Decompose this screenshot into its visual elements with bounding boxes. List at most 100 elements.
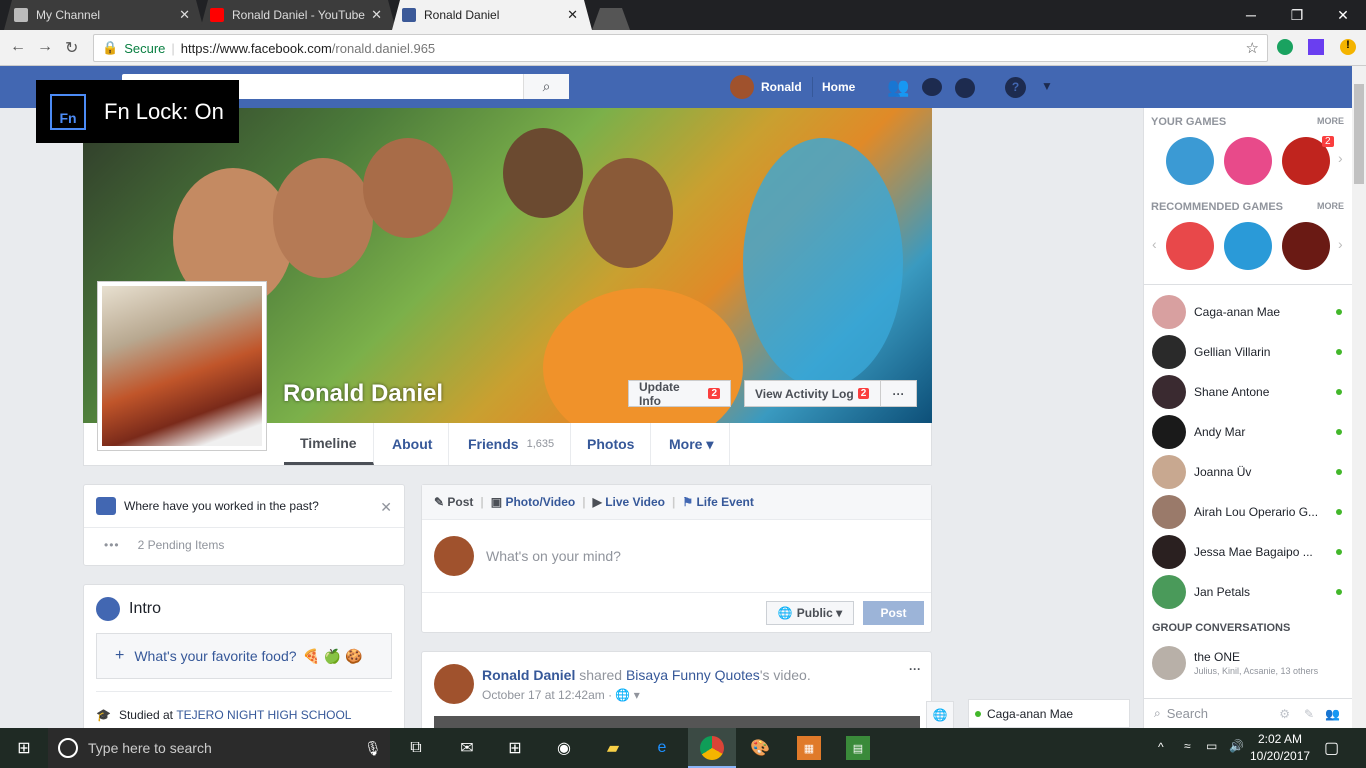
activity-log-button[interactable]: View Activity Log 2 bbox=[744, 380, 881, 407]
minimize-icon[interactable]: ─ bbox=[1228, 0, 1274, 30]
gear-icon[interactable]: ⚙ bbox=[1279, 707, 1290, 721]
notifications-globe-icon[interactable] bbox=[955, 78, 975, 98]
notifications-icon[interactable]: ▢ bbox=[1324, 738, 1339, 758]
post-author-link[interactable]: Ronald Daniel bbox=[482, 667, 575, 683]
game-icon[interactable] bbox=[1282, 222, 1330, 270]
post-tab[interactable]: Post bbox=[447, 495, 473, 509]
plus-icon: + bbox=[115, 647, 125, 664]
app-icon[interactable]: ▦ bbox=[797, 736, 821, 760]
tab-more[interactable]: More ▾ bbox=[653, 423, 731, 465]
search-icon: ⌕ bbox=[1154, 706, 1161, 720]
post-options-button[interactable]: ··· bbox=[909, 662, 921, 676]
chrome-taskbar-button[interactable] bbox=[688, 728, 736, 768]
tab-youtube[interactable]: Ronald Daniel - YouTube ✕ bbox=[200, 0, 396, 30]
file-explorer-icon[interactable]: ▰ bbox=[601, 736, 625, 760]
post-button[interactable]: Post bbox=[863, 601, 924, 625]
tab-my-channel[interactable]: My Channel ✕ bbox=[4, 0, 204, 30]
favorite-food-prompt[interactable]: + What's your favorite food? 🍕 🍏 🍪 bbox=[96, 633, 392, 679]
account-menu-icon[interactable]: ▼ bbox=[1041, 79, 1053, 93]
close-icon[interactable]: ✕ bbox=[179, 7, 190, 23]
warning-icon[interactable]: ! bbox=[1340, 39, 1356, 55]
url-bar[interactable]: 🔒 Secure | https://www.facebook.com /ron… bbox=[93, 34, 1268, 62]
contact-item[interactable]: Jan Petals bbox=[1152, 574, 1342, 610]
extension-icon[interactable] bbox=[1308, 39, 1324, 55]
app-icon[interactable]: ◉ bbox=[552, 736, 576, 760]
pending-items-link[interactable]: ••• 2 Pending Items bbox=[84, 528, 404, 552]
contact-item[interactable]: Airah Lou Operario G... bbox=[1152, 494, 1342, 530]
contact-item[interactable]: Shane Antone bbox=[1152, 374, 1342, 410]
mail-icon[interactable]: ✉ bbox=[455, 736, 479, 760]
new-tab-button[interactable] bbox=[592, 8, 630, 30]
wifi-icon[interactable]: ≈ bbox=[1184, 739, 1191, 753]
close-icon[interactable]: ✕ bbox=[371, 7, 382, 23]
star-icon[interactable]: ☆ bbox=[1246, 39, 1259, 57]
task-view-icon[interactable]: ⧉ bbox=[404, 736, 428, 760]
chat-tab[interactable]: Caga-anan Mae bbox=[968, 699, 1130, 728]
reload-icon[interactable]: ↻ bbox=[65, 38, 78, 58]
profile-picture[interactable] bbox=[97, 281, 267, 451]
battery-icon[interactable]: ▭ bbox=[1206, 739, 1217, 753]
tab-photos[interactable]: Photos bbox=[571, 423, 652, 465]
post-timestamp[interactable]: October 17 at 12:42am · 🌐 ▾ bbox=[482, 688, 640, 702]
more-games-link[interactable]: MORE bbox=[1317, 116, 1344, 126]
app-icon[interactable]: ▤ bbox=[846, 736, 870, 760]
live-video-tab[interactable]: Live Video bbox=[605, 495, 665, 509]
contact-item[interactable]: Caga-anan Mae bbox=[1152, 294, 1342, 330]
help-icon[interactable]: ? bbox=[1005, 77, 1026, 98]
update-info-button[interactable]: Update Info 2 bbox=[628, 380, 731, 408]
back-icon[interactable]: ← bbox=[10, 38, 26, 56]
shared-page-link[interactable]: Bisaya Funny Quotes bbox=[626, 667, 760, 683]
microphone-icon[interactable]: 🎙 bbox=[364, 740, 382, 757]
group-conversation-item[interactable]: the ONE Julius, Kinil, Acsanie, 13 other… bbox=[1152, 646, 1348, 682]
close-icon[interactable]: ✕ bbox=[567, 7, 578, 23]
privacy-selector[interactable]: 🌐 Public ▾ bbox=[766, 601, 854, 625]
compose-icon[interactable]: ✎ bbox=[1304, 707, 1314, 721]
system-clock[interactable]: 2:02 AM 10/20/2017 bbox=[1250, 731, 1310, 765]
game-icon[interactable] bbox=[1166, 222, 1214, 270]
forward-icon[interactable]: → bbox=[37, 38, 53, 56]
contact-item[interactable]: Joanna Üv bbox=[1152, 454, 1342, 490]
scrollbar[interactable] bbox=[1352, 66, 1366, 728]
avatar[interactable] bbox=[434, 664, 474, 704]
game-icon[interactable] bbox=[1166, 137, 1214, 185]
chevron-left-icon[interactable]: ‹ bbox=[1152, 236, 1157, 252]
photo-video-tab[interactable]: Photo/Video bbox=[505, 495, 575, 509]
header-profile-link[interactable]: Ronald bbox=[730, 75, 802, 99]
paint-icon[interactable]: 🎨 bbox=[748, 736, 772, 760]
add-people-icon[interactable]: 👥 bbox=[1325, 707, 1340, 721]
messenger-icon[interactable] bbox=[922, 78, 942, 96]
store-icon[interactable]: ⊞ bbox=[503, 736, 527, 760]
contact-item[interactable]: Gellian Villarin bbox=[1152, 334, 1342, 370]
chevron-up-icon[interactable]: ^ bbox=[1158, 740, 1164, 754]
windows-start-icon[interactable]: ⊞ bbox=[12, 736, 36, 760]
contact-item[interactable]: Andy Mar bbox=[1152, 414, 1342, 450]
restore-icon[interactable]: ❐ bbox=[1274, 0, 1320, 30]
tab-facebook[interactable]: Ronald Daniel ✕ bbox=[392, 0, 592, 30]
close-window-icon[interactable]: ✕ bbox=[1320, 0, 1366, 30]
game-icon[interactable] bbox=[1224, 222, 1272, 270]
edge-icon[interactable]: e bbox=[650, 736, 674, 760]
friend-requests-icon[interactable]: 👥 bbox=[887, 77, 909, 98]
tab-timeline[interactable]: Timeline bbox=[284, 423, 374, 465]
tab-about[interactable]: About bbox=[376, 423, 450, 465]
volume-icon[interactable]: 🔊 bbox=[1229, 739, 1244, 753]
chat-search-input[interactable]: ⌕ Search ⚙ ✎ 👥 bbox=[1144, 698, 1352, 728]
close-icon[interactable]: ✕ bbox=[380, 499, 392, 516]
tab-friends[interactable]: Friends 1,635 bbox=[452, 423, 572, 465]
taskbar-search-input[interactable]: Type here to search 🎙 bbox=[48, 728, 390, 768]
home-link[interactable]: Home bbox=[822, 80, 855, 94]
profile-name[interactable]: Ronald Daniel bbox=[283, 380, 443, 408]
contact-item[interactable]: Jessa Mae Bagaipo ... bbox=[1152, 534, 1342, 570]
globe-icon[interactable]: 🌐 bbox=[926, 701, 954, 729]
globe-icon bbox=[96, 597, 120, 621]
more-games-link[interactable]: MORE bbox=[1317, 201, 1344, 211]
life-event-tab[interactable]: Life Event bbox=[696, 495, 753, 509]
chevron-right-icon[interactable]: › bbox=[1338, 236, 1343, 252]
more-options-button[interactable]: ··· bbox=[880, 380, 917, 407]
chevron-right-icon[interactable]: › bbox=[1338, 150, 1343, 166]
extension-icon[interactable] bbox=[1277, 39, 1293, 55]
game-icon[interactable] bbox=[1224, 137, 1272, 185]
search-icon[interactable]: ⌕ bbox=[523, 74, 569, 99]
school-link[interactable]: TEJERO NIGHT HIGH SCHOOL bbox=[176, 708, 351, 722]
status-input[interactable]: What's on your mind? bbox=[486, 548, 621, 564]
